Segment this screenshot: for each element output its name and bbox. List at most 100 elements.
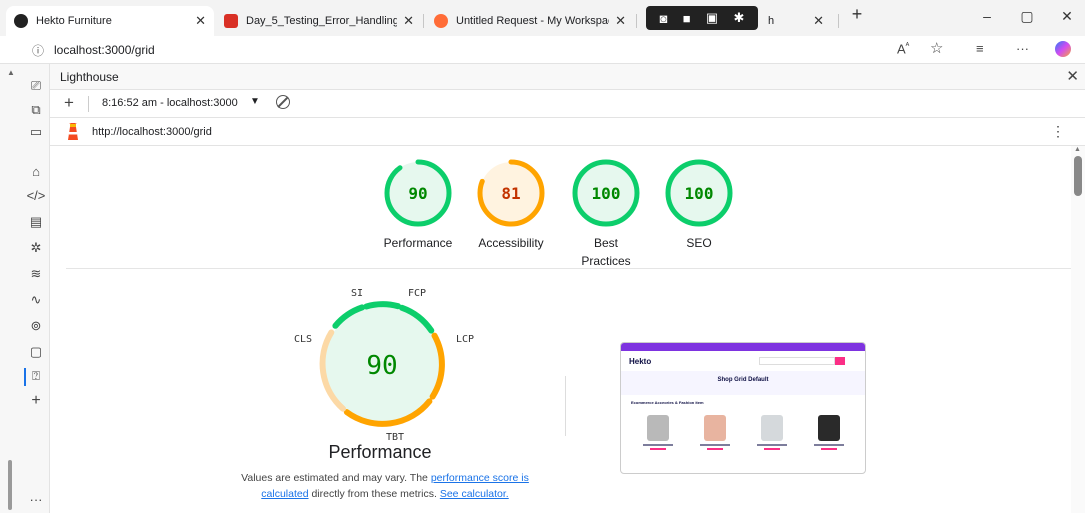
scrollbar-thumb[interactable] bbox=[1074, 156, 1082, 196]
performance-note: Values are estimated and may vary. The p… bbox=[230, 470, 540, 502]
metric-label-fcp: FCP bbox=[408, 288, 427, 299]
metric-label-cls: CLS bbox=[294, 334, 313, 345]
thumb-product-name bbox=[813, 444, 844, 446]
see-calculator-link[interactable]: See calculator. bbox=[440, 488, 509, 500]
tab-fourth[interactable]: h ✕ bbox=[760, 6, 832, 36]
memory-chip-icon[interactable]: ⊚ bbox=[26, 318, 46, 334]
toolbar-separator bbox=[88, 96, 89, 112]
tab-day5-pdf[interactable]: Day_5_Testing_Error_Handling_an ✕ bbox=[216, 6, 422, 36]
gauge-label: SEO bbox=[686, 236, 712, 250]
thumb-navbar: Hekto bbox=[621, 351, 865, 371]
lighthouse-panel: Lighthouse ✕ + 8:16:52 am - localhost:30… bbox=[50, 64, 1085, 513]
tab-untitled-request[interactable]: Untitled Request - My Workspace ✕ bbox=[426, 6, 634, 36]
tab-divider bbox=[423, 14, 424, 28]
kebab-menu-icon[interactable]: ⋮ bbox=[1051, 123, 1065, 140]
scroll-up-icon[interactable]: ▲ bbox=[1074, 146, 1081, 153]
restore-button[interactable]: ▢ bbox=[1012, 8, 1042, 25]
gauge-label: Best Practices bbox=[581, 236, 631, 268]
sources-bug-icon[interactable]: ✲ bbox=[26, 240, 46, 256]
gauge-score: 81 bbox=[501, 184, 520, 203]
thumb-product-price bbox=[820, 448, 837, 450]
performance-icon[interactable]: ∿ bbox=[26, 292, 46, 308]
lighthouse-report: 90 Performance 81 Accessibility 100 Best… bbox=[50, 146, 1074, 513]
address-input[interactable]: localhost:3000/grid bbox=[54, 43, 155, 57]
tab-divider bbox=[636, 14, 637, 28]
close-tab-icon[interactable]: ✕ bbox=[195, 13, 206, 29]
thumb-product-price bbox=[649, 448, 666, 450]
new-tab-button[interactable]: + bbox=[842, 4, 872, 25]
tab-strip: Hekto Furniture ✕ Day_5_Testing_Error_Ha… bbox=[0, 0, 1085, 36]
site-info-icon[interactable]: ⓘ bbox=[32, 42, 44, 59]
favorites-list-icon[interactable]: ≡ bbox=[976, 41, 984, 56]
sidebar-scrollbar[interactable] bbox=[8, 460, 12, 510]
vertical-divider bbox=[565, 376, 566, 436]
window-icon[interactable]: ▣ bbox=[706, 10, 718, 26]
close-panel-icon[interactable]: ✕ bbox=[1066, 67, 1079, 85]
favorite-star-icon[interactable]: ☆ bbox=[930, 39, 943, 57]
gear-icon[interactable]: ✱ bbox=[733, 10, 744, 26]
video-icon[interactable]: ■ bbox=[683, 11, 691, 26]
section-divider bbox=[66, 268, 1074, 269]
new-report-button[interactable]: + bbox=[64, 93, 74, 113]
hekto-logo-icon bbox=[14, 14, 28, 28]
lighthouse-icon[interactable]: ⍰ bbox=[26, 368, 46, 384]
performance-gauge-large: 90 bbox=[272, 280, 492, 465]
thumb-product-name bbox=[642, 444, 673, 446]
score-gauge-performance[interactable]: 90 Performance bbox=[373, 158, 463, 252]
score-gauge-seo[interactable]: 100 SEO bbox=[654, 158, 744, 252]
copilot-icon[interactable] bbox=[1055, 41, 1071, 57]
report-selector[interactable]: 8:16:52 am - localhost:3000 bbox=[102, 97, 238, 109]
thumb-product-name bbox=[756, 444, 787, 446]
final-screenshot-thumbnail[interactable]: Hekto Shop Grid Default Ecommerce Acceor… bbox=[620, 342, 866, 474]
thumb-heading: Shop Grid Default bbox=[717, 377, 769, 383]
thumb-product-image bbox=[760, 415, 783, 441]
minimize-button[interactable]: – bbox=[972, 8, 1002, 24]
score-gauge-accessibility[interactable]: 81 Accessibility bbox=[466, 158, 556, 252]
thumb-banner: Shop Grid Default bbox=[621, 371, 865, 395]
scroll-up-icon[interactable]: ▲ bbox=[7, 68, 15, 77]
screen-recorder-toolbar: ◙ ■ ▣ ✱ bbox=[646, 6, 758, 30]
thumb-brand: Hekto bbox=[629, 356, 652, 366]
gauge-label: Accessibility bbox=[478, 236, 544, 250]
tab-title: Day_5_Testing_Error_Handling_an bbox=[246, 15, 398, 27]
score-gauge-best-practices[interactable]: 100 Best Practices bbox=[561, 158, 651, 270]
postman-icon bbox=[434, 14, 448, 28]
caret-down-icon[interactable]: ▼ bbox=[250, 96, 260, 107]
pdf-icon bbox=[224, 14, 238, 28]
gauge-score: 90 bbox=[408, 184, 427, 203]
thumb-bar-text: Ecommerce Acceories & Fashion item bbox=[631, 400, 704, 405]
more-options-icon[interactable]: ··· bbox=[26, 492, 46, 507]
close-tab-icon[interactable]: ✕ bbox=[403, 13, 414, 29]
close-window-button[interactable]: ✕ bbox=[1052, 8, 1082, 25]
camera-icon[interactable]: ◙ bbox=[660, 11, 668, 26]
dock-icon[interactable]: ▭ bbox=[26, 124, 46, 140]
inspect-element-icon[interactable]: ⧉ bbox=[26, 102, 46, 118]
more-menu-icon[interactable]: ··· bbox=[1016, 41, 1029, 56]
report-url[interactable]: http://localhost:3000/grid bbox=[92, 126, 212, 138]
clear-reports-icon[interactable] bbox=[276, 95, 290, 109]
gauge-score: 100 bbox=[592, 184, 621, 203]
more-tools-plus-icon[interactable]: + bbox=[26, 392, 46, 410]
application-icon[interactable]: ▢ bbox=[26, 344, 46, 360]
tab-hekto-furniture[interactable]: Hekto Furniture ✕ bbox=[6, 6, 214, 36]
network-wifi-icon[interactable]: ≋ bbox=[26, 266, 46, 282]
close-tab-icon[interactable]: ✕ bbox=[615, 13, 626, 29]
welcome-home-icon[interactable]: ⌂ bbox=[26, 164, 46, 179]
close-tab-icon[interactable]: ✕ bbox=[813, 13, 824, 29]
thumb-product bbox=[695, 415, 735, 450]
panel-title: Lighthouse bbox=[60, 70, 119, 84]
elements-code-icon[interactable]: </> bbox=[26, 188, 46, 203]
thumb-product-image bbox=[817, 415, 840, 441]
console-icon[interactable]: ▤ bbox=[26, 214, 46, 230]
device-toolbar-icon[interactable]: ⎚ bbox=[26, 78, 46, 94]
gauge-ring: 81 bbox=[477, 159, 545, 227]
note-text-mid: directly from these metrics. bbox=[311, 488, 437, 500]
gauge-ring: 100 bbox=[665, 159, 733, 227]
read-aloud-icon[interactable]: Aᴬ bbox=[897, 41, 909, 56]
thumb-product-name bbox=[699, 444, 730, 446]
thumb-product bbox=[752, 415, 792, 450]
report-scrollbar[interactable]: ▲ bbox=[1071, 146, 1085, 513]
gauge-ring: 90 bbox=[384, 159, 452, 227]
tab-divider bbox=[838, 14, 839, 28]
metric-label-lcp: LCP bbox=[456, 334, 475, 345]
